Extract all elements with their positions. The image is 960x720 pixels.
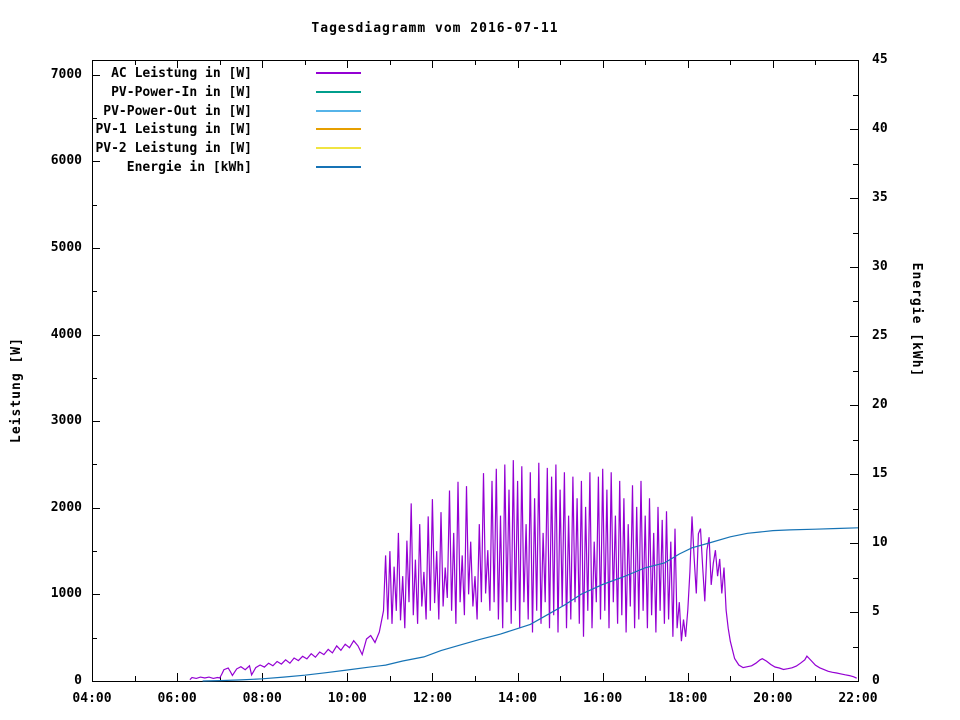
x-tick-label: 16:00: [583, 691, 623, 706]
y-right-tick-label: 40: [872, 121, 888, 136]
x-tick-label: 04:00: [72, 691, 112, 706]
chart-canvas: Tagesdiagramm vom 2016-07-11 Leistung [W…: [0, 0, 960, 720]
y-right-tick-label: 35: [872, 190, 888, 205]
y-left-tick-label: 2000: [50, 499, 82, 515]
legend-label: Energie in [kWh]: [126, 160, 252, 175]
y-right-tick-label: 15: [872, 466, 888, 481]
legend-line-swatch: [316, 166, 361, 168]
y-left-tick-label: 0: [74, 673, 82, 688]
x-tick-label: 14:00: [497, 691, 538, 706]
legend-line-swatch: [316, 90, 361, 93]
legend-label: AC Leistung in [W]: [111, 66, 252, 81]
legend-line-swatch: [316, 72, 361, 74]
y-right-tick-label: 0: [872, 673, 880, 688]
x-tick-label: 20:00: [753, 691, 793, 706]
legend-label: PV-2 Leistung in [W]: [95, 141, 252, 157]
y-left-tick-label: 3000: [50, 413, 82, 429]
y-left-tick-label: 1000: [50, 586, 82, 602]
legend-label: PV-Power-Out in [W]: [103, 103, 252, 119]
legend-line-swatch: [316, 147, 361, 150]
legend-line-swatch: [316, 128, 361, 131]
series-line-0: [189, 460, 857, 681]
legend-label: PV-1 Leistung in [W]: [95, 122, 252, 138]
y-right-tick-label: 20: [872, 397, 888, 412]
y-right-tick-label: 5: [872, 604, 880, 619]
x-tick-label: 06:00: [157, 691, 197, 706]
x-tick-label: 08:00: [242, 691, 282, 706]
x-tick-label: 22:00: [838, 691, 878, 706]
y-right-tick-label: 30: [872, 259, 888, 274]
x-tick-label: 12:00: [412, 691, 452, 706]
legend-line-swatch: [316, 109, 361, 112]
y-right-tick-label: 10: [872, 535, 888, 550]
y-right-tick-label: 45: [872, 52, 888, 67]
y-left-tick-label: 5000: [50, 239, 82, 255]
y-left-tick-label: 4000: [50, 326, 82, 342]
x-tick-label: 18:00: [668, 691, 708, 706]
x-tick-label: 10:00: [327, 691, 367, 706]
legend-label: PV-Power-In in [W]: [111, 84, 252, 100]
y-right-tick-label: 25: [872, 328, 888, 343]
